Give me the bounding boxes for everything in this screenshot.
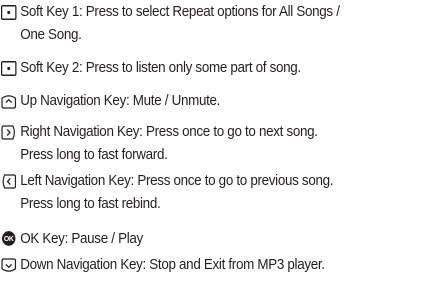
left-navigation-key-description-line-1: Left Navigation Key: Press once to go to… <box>20 173 334 189</box>
key-instructions-page: Soft Key 1: Press to select Repeat optio… <box>0 0 437 285</box>
right-navigation-key-icon <box>1 125 17 140</box>
down-navigation-key-icon <box>1 258 17 273</box>
up-navigation-key-icon <box>1 94 17 109</box>
up-navigation-key-description: Up Navigation Key: Mute / Unmute. <box>20 93 221 109</box>
right-navigation-key-description-line-2: Press long to fast forward. <box>20 147 168 163</box>
ok-key-icon: OK <box>1 231 17 246</box>
soft-key-1-description-line-1: Soft Key 1: Press to select Repeat optio… <box>20 4 340 20</box>
ok-key-description: OK Key: Pause / Play <box>20 231 143 247</box>
right-navigation-key-description-line-1: Right Navigation Key: Press once to go t… <box>20 124 318 140</box>
soft-key-1-description-line-2: One Song. <box>20 27 82 43</box>
down-navigation-key-description: Down Navigation Key: Stop and Exit from … <box>20 257 325 273</box>
left-navigation-key-icon <box>1 174 17 189</box>
soft-key-2-description: Soft Key 2: Press to listen only some pa… <box>20 60 301 76</box>
left-navigation-key-description-line-2: Press long to fast rebind. <box>20 196 161 212</box>
soft-key-1-icon <box>0 5 17 20</box>
ok-key-icon-label: OK <box>4 234 15 243</box>
soft-key-2-icon <box>0 61 17 76</box>
